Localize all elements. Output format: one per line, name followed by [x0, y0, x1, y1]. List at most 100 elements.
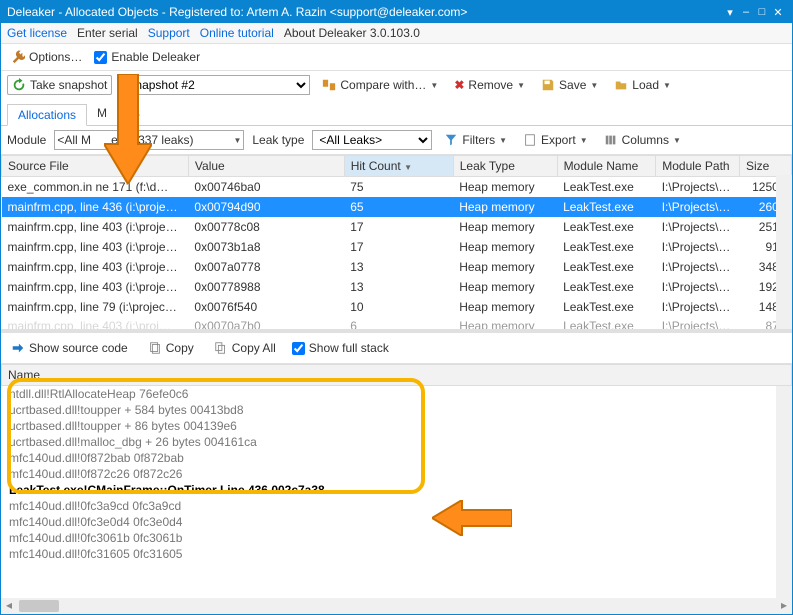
- stack-entry[interactable]: mfc140ud.dll!0fc3e0d4 0fc3e0d4: [1, 514, 792, 530]
- stack-entry[interactable]: mfc140ud.dll!0f872c26 0f872c26: [1, 466, 792, 482]
- table-vscroll[interactable]: [776, 175, 792, 329]
- tabs: Allocations M es: [1, 103, 792, 126]
- remove-icon: ✖: [454, 78, 464, 92]
- save-button[interactable]: Save ▼: [537, 76, 602, 94]
- stack-entry[interactable]: ucrtbased.dll!toupper + 86 bytes 004139e…: [1, 418, 792, 434]
- export-icon: [523, 133, 537, 147]
- th-value[interactable]: Value: [188, 156, 344, 177]
- stack-header-name[interactable]: Name: [1, 364, 792, 386]
- snapshot-select[interactable]: Snapshot #2: [120, 75, 310, 95]
- chevron-down-icon: ▼: [517, 81, 525, 90]
- full-stack-label: Show full stack: [309, 341, 389, 355]
- export-button[interactable]: Export ▼: [519, 131, 592, 149]
- take-snapshot-button[interactable]: Take snapshot: [7, 75, 112, 95]
- chevron-down-icon: ▼: [580, 136, 588, 145]
- save-label: Save: [559, 78, 586, 92]
- table-row[interactable]: mainfrm.cpp, line 403 (i:\proj…0x0070a7b…: [2, 317, 792, 330]
- tutorial-link[interactable]: Online tutorial: [200, 26, 274, 40]
- show-source-button[interactable]: Show source code: [7, 339, 132, 357]
- export-label: Export: [541, 133, 576, 147]
- tab-allocations[interactable]: Allocations: [7, 104, 87, 126]
- get-license-link[interactable]: Get license: [7, 26, 67, 40]
- th-module-path[interactable]: Module Path: [656, 156, 740, 177]
- copy-icon: [148, 341, 162, 355]
- compare-icon: [322, 78, 336, 92]
- stack-entry[interactable]: mfc140ud.dll!0f872bab 0f872bab: [1, 450, 792, 466]
- arrow-right-icon: [11, 341, 25, 355]
- filters-button[interactable]: Filters ▼: [440, 131, 511, 149]
- th-leak-type[interactable]: Leak Type: [453, 156, 557, 177]
- table-row[interactable]: mainfrm.cpp, line 403 (i:\proje…0x007a07…: [2, 257, 792, 277]
- columns-label: Columns: [622, 133, 669, 147]
- compare-button[interactable]: Compare with… ▼: [318, 76, 442, 94]
- hscroll-thumb[interactable]: [19, 600, 59, 612]
- stack-entry[interactable]: mfc140ud.dll!0fc3061b 0fc3061b: [1, 530, 792, 546]
- remove-button[interactable]: ✖ Remove ▼: [450, 76, 529, 94]
- columns-icon: [604, 133, 618, 147]
- funnel-icon: [444, 133, 458, 147]
- copy-all-label: Copy All: [232, 341, 276, 355]
- window-title: Deleaker - Allocated Objects - Registere…: [7, 5, 722, 19]
- stack-entry[interactable]: ucrtbased.dll!toupper + 584 bytes 00413b…: [1, 402, 792, 418]
- leak-type-label: Leak type: [252, 133, 304, 147]
- stack-entry[interactable]: ucrtbased.dll!malloc_dbg + 26 bytes 0041…: [1, 434, 792, 450]
- chevron-down-icon: ▼: [590, 81, 598, 90]
- load-label: Load: [632, 78, 659, 92]
- filters-label: Filters: [462, 133, 495, 147]
- allocations-table[interactable]: Source File Value Hit Count ▼ Leak Type …: [1, 155, 792, 329]
- table-row[interactable]: mainfrm.cpp, line 403 (i:\proje…0x00778c…: [2, 217, 792, 237]
- chevron-down-icon: ▼: [673, 136, 681, 145]
- show-full-stack-checkbox[interactable]: Show full stack: [292, 341, 389, 355]
- reload-icon: [12, 78, 26, 92]
- tab-modules[interactable]: M es: [87, 103, 150, 125]
- show-source-label: Show source code: [29, 341, 128, 355]
- stack-entry[interactable]: LeakTest.exe!CMainFrame::OnTimer Line 43…: [1, 482, 792, 498]
- load-icon: [614, 78, 628, 92]
- take-snapshot-label: Take snapshot: [30, 78, 107, 92]
- stack-entry[interactable]: ntdll.dll!RtlAllocateHeap 76efe0c6: [1, 386, 792, 402]
- close-button[interactable]: ✕: [770, 6, 786, 19]
- stack-vscroll[interactable]: [776, 386, 792, 598]
- table-row[interactable]: mainfrm.cpp, line 403 (i:\proje…0x007789…: [2, 277, 792, 297]
- compare-label: Compare with…: [340, 78, 426, 92]
- leak-type-select[interactable]: <All Leaks>: [312, 130, 432, 150]
- maximize-button[interactable]: □: [754, 6, 770, 18]
- options-label: Options…: [29, 50, 82, 64]
- stack-panel: Name ntdll.dll!RtlAllocateHeap 76efe0c6u…: [1, 364, 792, 598]
- full-stack-input[interactable]: [292, 342, 305, 355]
- load-button[interactable]: Load ▼: [610, 76, 675, 94]
- enable-label: Enable Deleaker: [111, 50, 200, 64]
- hscroll[interactable]: ◂ ▸: [1, 598, 792, 614]
- th-module-name[interactable]: Module Name: [557, 156, 656, 177]
- stack-entry[interactable]: mfc140ud.dll!0fc31605 0fc31605: [1, 546, 792, 562]
- stack-toolbar: Show source code Copy Copy All Show full…: [1, 333, 792, 364]
- options-toolbar: Options… Enable Deleaker: [1, 44, 792, 70]
- minimize-button[interactable]: ▾: [722, 6, 738, 19]
- copy-all-button[interactable]: Copy All: [210, 339, 280, 357]
- chevron-down-icon: ▼: [499, 136, 507, 145]
- wrench-icon: [11, 50, 25, 64]
- enter-serial-link[interactable]: Enter serial: [77, 26, 138, 40]
- copy-button[interactable]: Copy: [144, 339, 198, 357]
- table-row[interactable]: mainfrm.cpp, line 79 (i:\projec…0x0076f5…: [2, 297, 792, 317]
- options-button[interactable]: Options…: [7, 48, 86, 66]
- about-label: About Deleaker 3.0.103.0: [284, 26, 420, 40]
- columns-button[interactable]: Columns ▼: [600, 131, 685, 149]
- minimize-button[interactable]: –: [738, 6, 754, 18]
- table-row[interactable]: mainfrm.cpp, line 436 (i:\proje…0x00794d…: [2, 197, 792, 217]
- copy-all-icon: [214, 341, 228, 355]
- enable-checkbox-input[interactable]: [94, 51, 107, 64]
- enable-deleaker-checkbox[interactable]: Enable Deleaker: [94, 50, 200, 64]
- th-hit-count[interactable]: Hit Count ▼: [344, 156, 453, 177]
- table-row[interactable]: exe_common.in ne 171 (f:\d…0x00746ba075H…: [2, 177, 792, 197]
- filter-bar: Module <All M es> (337 leaks) ▼ Leak typ…: [1, 126, 792, 155]
- save-icon: [541, 78, 555, 92]
- th-size[interactable]: Size: [740, 156, 792, 177]
- stack-entry[interactable]: mfc140ud.dll!0fc3a9cd 0fc3a9cd: [1, 498, 792, 514]
- module-select[interactable]: <All M es> (337 leaks) ▼: [54, 130, 244, 150]
- module-label: Module: [7, 133, 46, 147]
- th-source-file[interactable]: Source File: [2, 156, 189, 177]
- support-link[interactable]: Support: [148, 26, 190, 40]
- table-row[interactable]: mainfrm.cpp, line 403 (i:\proje…0x0073b1…: [2, 237, 792, 257]
- copy-label: Copy: [166, 341, 194, 355]
